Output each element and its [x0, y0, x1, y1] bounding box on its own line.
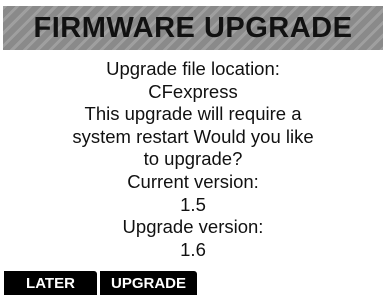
dialog-message: Upgrade file location: CFexpress This up… — [14, 58, 372, 261]
upgrade-file-location-label: Upgrade file location: — [106, 58, 280, 79]
restart-warning-line-2: system restart Would you like — [72, 125, 314, 147]
title-bar: FIRMWARE UPGRADE — [3, 6, 383, 50]
later-button[interactable]: LATER — [4, 271, 97, 295]
upgrade-button[interactable]: UPGRADE — [100, 271, 197, 295]
upgrade-file-location-value: CFexpress — [148, 80, 238, 102]
restart-warning-line-1: This upgrade will require a — [84, 103, 302, 125]
upgrade-version-label: Upgrade version: — [122, 216, 264, 238]
upgrade-version-value: 1.6 — [180, 238, 206, 260]
dialog-title: FIRMWARE UPGRADE — [33, 11, 353, 44]
button-row: LATER UPGRADE — [0, 271, 386, 297]
firmware-upgrade-dialog: FIRMWARE UPGRADE Upgrade file location: … — [0, 0, 386, 297]
restart-warning-line-3: to upgrade? — [143, 148, 243, 170]
current-version-label: Current version: — [127, 170, 259, 192]
current-version-value: 1.5 — [180, 193, 206, 215]
